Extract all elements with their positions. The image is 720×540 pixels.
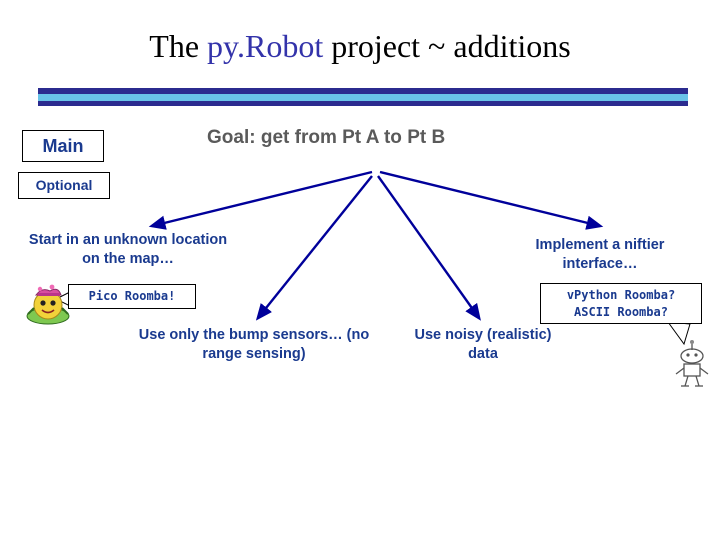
leaf-start-text: Start in an unknown location on the map… <box>28 232 228 267</box>
robot-sprite-icon <box>675 340 709 387</box>
slide-canvas: The py.Robot project ~ additions Main Op… <box>0 0 720 540</box>
arrow-to-interface <box>379 170 604 230</box>
callout-tail-vpython <box>666 321 691 346</box>
callout-vpython-line1: vPython Roomba? <box>566 288 676 302</box>
arrow-to-noisy <box>377 175 481 321</box>
callout-vpython-line2: ASCII Roomba? <box>574 305 668 319</box>
roomba-sprite-icon <box>26 284 70 325</box>
leaf-bump-text: Use only the bump sensors… (no range sen… <box>138 327 370 362</box>
callout-vpython-roomba: vPython Roomba? ASCII Roomba? <box>540 283 702 324</box>
callout-pico-roomba: Pico Roomba! <box>68 284 196 309</box>
arrow-to-bump <box>255 175 373 321</box>
leaf-noisy-text: Use noisy (realistic) data <box>414 327 552 362</box>
leaf-interface-text: Implement a niftier interface… <box>535 237 665 272</box>
